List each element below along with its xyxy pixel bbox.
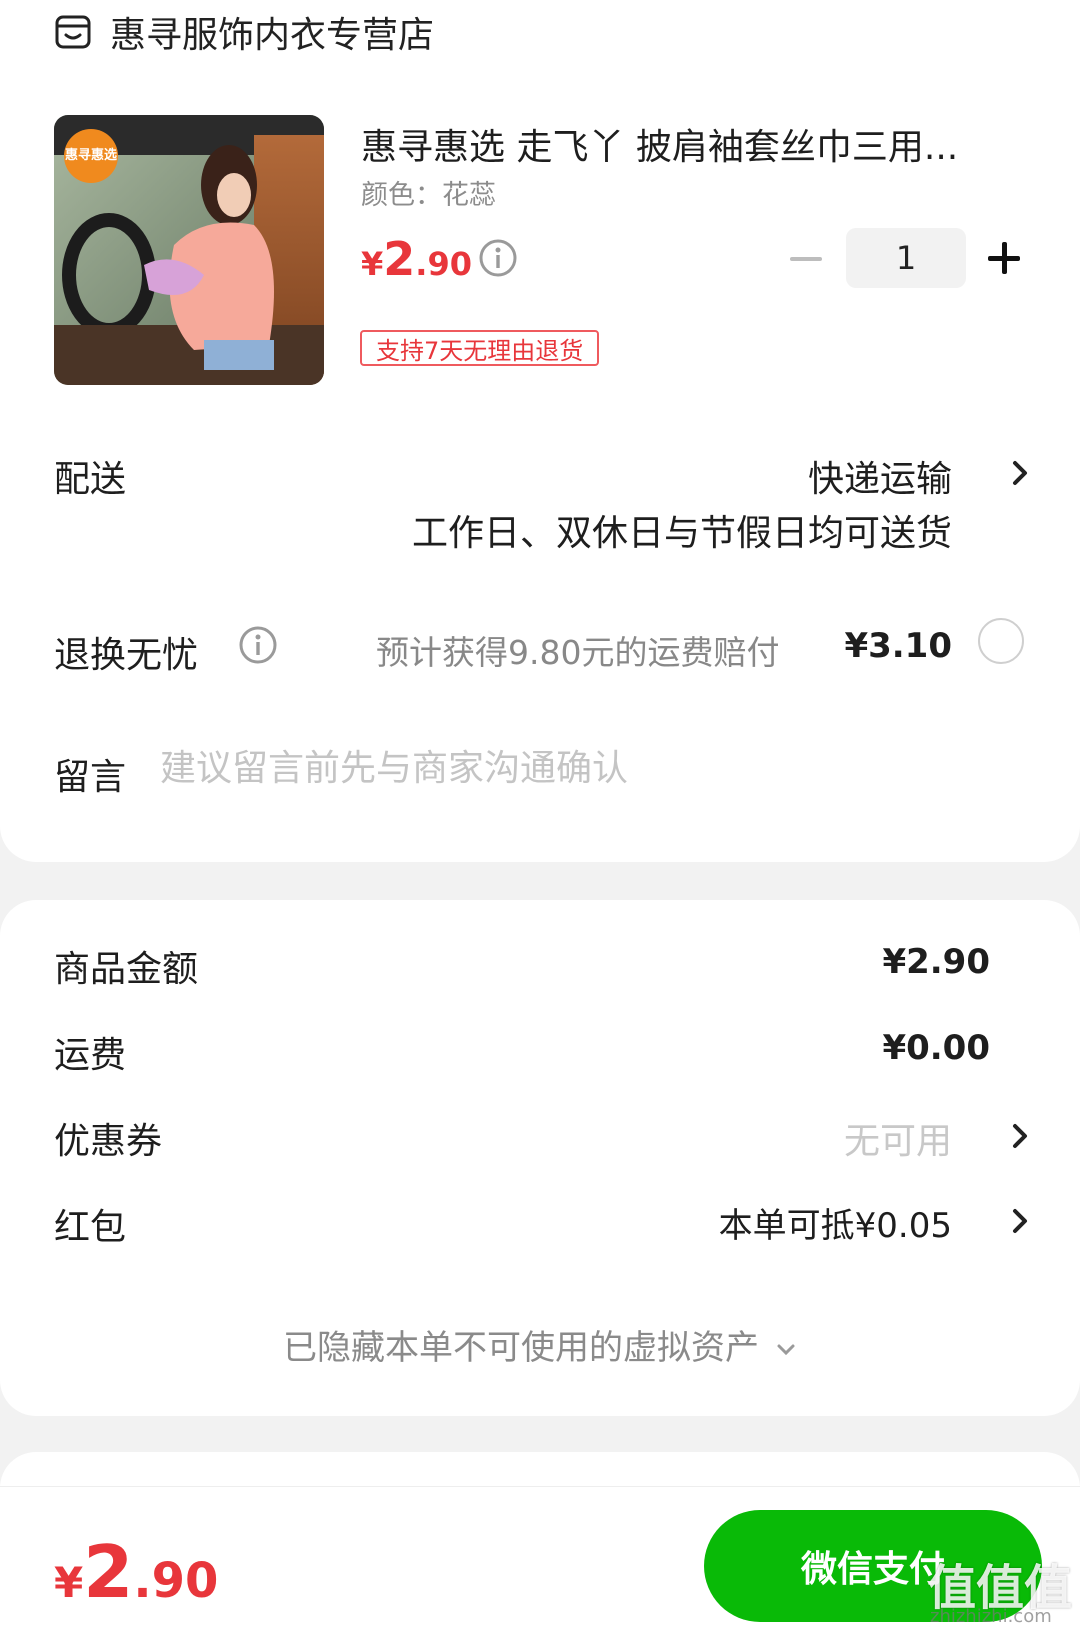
product-badge: 惠寻惠选 (64, 129, 118, 183)
store-header[interactable]: 惠寻服饰内衣专营店 (54, 4, 434, 60)
chevron-down-icon (777, 1344, 795, 1355)
goods-amount-value: ¥2.90 (882, 942, 990, 982)
total-symbol: ¥ (54, 1558, 84, 1607)
shipping-method[interactable]: 快递运输 (808, 450, 952, 502)
goods-amount-label: 商品金额 (54, 949, 199, 990)
shipping-note: 工作日、双休日与节假日均可送货 (411, 513, 952, 554)
price-decimal: .90 (415, 245, 472, 283)
watermark-url: zhizhizhi.com (930, 1606, 1052, 1627)
return-insurance-price: ¥3.10 (844, 626, 952, 666)
price-integer: 2 (383, 232, 416, 286)
hidden-assets-toggle[interactable]: 已隐藏本单不可使用的虚拟资产 (0, 1320, 1080, 1369)
message-label: 留言 (54, 757, 127, 798)
coupon-value[interactable]: 无可用 (844, 1112, 952, 1164)
product-price: ¥2.90 (361, 232, 472, 286)
return-insurance-label: 退换无忧 (54, 635, 199, 676)
store-icon (55, 15, 91, 49)
quantity-decrease-button[interactable] (790, 257, 822, 261)
coupon-label: 优惠券 (54, 1121, 163, 1162)
product-title[interactable]: 惠寻惠选 走飞丫 披肩袖套丝巾三用... (361, 118, 958, 170)
product-thumbnail[interactable]: 惠寻惠选 (54, 115, 324, 385)
chevron-right-icon[interactable] (1008, 457, 1032, 489)
freight-value: ¥0.00 (882, 1028, 990, 1068)
price-info-icon[interactable] (478, 238, 518, 278)
message-input[interactable] (160, 740, 1020, 796)
freight-label: 运费 (54, 1035, 127, 1076)
price-symbol: ¥ (361, 245, 384, 283)
store-name: 惠寻服饰内衣专营店 (110, 15, 435, 56)
total-price: ¥2.90 (54, 1530, 218, 1614)
return-policy-badge: 支持7天无理由退货 (360, 330, 600, 366)
total-decimal: .90 (133, 1553, 219, 1609)
hidden-assets-text: 已隐藏本单不可使用的虚拟资产 (283, 1328, 759, 1368)
chevron-right-icon[interactable] (1008, 1205, 1032, 1237)
return-insurance-description: 预计获得9.80元的运费赔付 (376, 633, 780, 672)
info-icon[interactable] (238, 625, 278, 665)
shipping-label: 配送 (54, 459, 127, 500)
quantity-increase-button[interactable] (988, 242, 1020, 274)
quantity-input[interactable]: 1 (846, 228, 966, 288)
return-insurance-radio[interactable] (978, 618, 1024, 664)
chevron-right-icon[interactable] (1008, 1120, 1032, 1152)
total-integer: 2 (83, 1530, 134, 1614)
product-variant[interactable]: 颜色：花蕊 (361, 173, 496, 212)
red-packet-label: 红包 (54, 1207, 127, 1248)
red-packet-value[interactable]: 本单可抵¥0.05 (719, 1198, 952, 1247)
